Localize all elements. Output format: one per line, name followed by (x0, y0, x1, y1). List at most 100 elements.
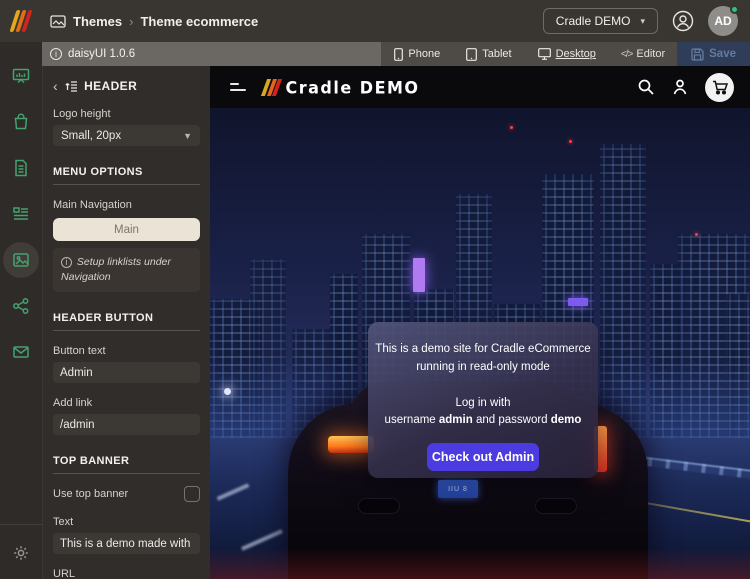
site-logo-stripes-icon (260, 78, 282, 96)
menu-icon[interactable] (230, 83, 246, 91)
editor-label: Editor (636, 48, 666, 60)
overlay-line3: username admin and password demo (384, 414, 582, 427)
info-icon: i (61, 257, 72, 269)
street-light (224, 388, 231, 395)
divider (53, 184, 200, 185)
device-desktop-button[interactable]: Desktop (525, 42, 609, 66)
top-banner-heading: TOP BANNER (53, 455, 130, 468)
use-top-banner-checkbox[interactable] (184, 486, 200, 503)
site-preview: Cradle DEMO IIU 8 This is a demo site fo… (210, 66, 750, 579)
panel-title: HEADER (84, 79, 138, 93)
integrations-share-icon[interactable] (3, 288, 39, 324)
main-nav-button[interactable]: Main (53, 218, 200, 241)
add-link-input[interactable] (53, 414, 200, 436)
panel-header-back[interactable]: ‹ HEADER (53, 78, 200, 94)
button-text-input[interactable] (53, 362, 200, 384)
desktop-icon (537, 48, 551, 60)
avatar[interactable]: AD (708, 5, 739, 36)
add-link-label: Add link (53, 397, 93, 410)
logo-height-select[interactable]: Small, 20px ▼ (53, 125, 200, 146)
overlay-username: admin (438, 414, 473, 427)
banner-url-label: URL (53, 568, 76, 579)
hero-city-image: IIU 8 This is a demo site for Cradle eCo… (210, 108, 750, 579)
antenna-light (510, 126, 513, 129)
neon-accent (568, 298, 588, 306)
overlay-line2: Log in with (455, 396, 511, 409)
divider (53, 473, 200, 475)
breadcrumb-separator: › (129, 13, 134, 29)
cradle-logo-icon[interactable] (0, 10, 42, 32)
neon-accent (413, 258, 425, 292)
device-tablet-label: Tablet (482, 48, 512, 60)
topbar: Themes › Theme ecommerce Cradle DEMO ▾ A… (0, 0, 750, 42)
mail-icon[interactable] (3, 334, 39, 370)
logo-height-label: Logo height (53, 108, 111, 120)
framework-label: daisyUI 1.0.6 (68, 48, 136, 60)
editor-button[interactable]: </> Editor (609, 48, 677, 60)
site-logo[interactable]: Cradle DEMO (260, 77, 420, 97)
cart-icon[interactable] (705, 72, 734, 102)
section-panel-icon (65, 80, 78, 92)
banner-text-input[interactable] (53, 533, 200, 555)
device-phone-button[interactable]: Phone (381, 42, 453, 66)
antenna-light (695, 233, 698, 236)
bottom-red-glow (210, 548, 750, 579)
pages-document-icon[interactable] (3, 150, 39, 186)
settings-gear-icon[interactable] (3, 535, 39, 571)
nav-rail (0, 42, 42, 579)
overlay-line1b: running in read-only mode (416, 360, 550, 373)
code-icon: </> (620, 48, 634, 60)
navigation-list-icon[interactable] (3, 196, 39, 232)
info-note-text: Setup linklists under Navigation (61, 256, 171, 284)
search-icon[interactable] (637, 78, 655, 96)
divider (53, 330, 200, 332)
demo-overlay-card: This is a demo site for Cradle eCommerce… (368, 322, 598, 478)
themes-image-icon[interactable] (3, 242, 39, 278)
dashboard-icon[interactable] (3, 58, 39, 94)
overlay-password: demo (550, 414, 582, 427)
use-top-banner-label: Use top banner (53, 488, 129, 501)
save-button[interactable]: Save (677, 42, 750, 66)
themes-image-icon (50, 14, 66, 28)
breadcrumb-root[interactable]: Themes (73, 14, 122, 29)
settings-panel: ‹ HEADER Logo height Small, 20px ▼ MENU … (42, 66, 210, 579)
button-text-label: Button text (53, 345, 106, 358)
orders-bag-icon[interactable] (3, 104, 39, 140)
online-status-dot (730, 5, 739, 14)
main-navigation-label: Main Navigation (53, 199, 132, 211)
device-desktop-label: Desktop (555, 48, 596, 60)
topbar-right: Cradle DEMO ▾ AD (542, 5, 750, 36)
framework-info: i daisyUI 1.0.6 (42, 42, 382, 66)
overlay-line1a: This is a demo site for Cradle eCommerce (375, 343, 591, 355)
device-phone-label: Phone (408, 48, 441, 60)
breadcrumb-current: Theme ecommerce (140, 13, 259, 29)
preview-toolbar: i daisyUI 1.0.6 Phone Tablet Desktop </>… (42, 42, 750, 66)
rail-divider (0, 524, 42, 525)
chevron-down-icon: ▼ (183, 130, 192, 141)
info-icon: i (50, 48, 62, 60)
phone-icon (394, 47, 404, 61)
header-button-heading: HEADER BUTTON (53, 312, 154, 325)
account-icon[interactable] (672, 10, 694, 32)
site-title: Cradle DEMO (285, 77, 420, 97)
banner-text-label: Text (53, 516, 74, 529)
theme-editor-app: Themes › Theme ecommerce Cradle DEMO ▾ A… (0, 0, 750, 579)
save-floppy-icon (691, 47, 704, 61)
site-header-actions (637, 72, 750, 102)
chevron-down-icon: ▾ (640, 15, 645, 26)
avatar-initials: AD (714, 14, 732, 28)
tablet-icon (466, 47, 478, 61)
exhaust-pipe (535, 498, 577, 514)
exhaust-pipe (358, 498, 400, 514)
check-out-admin-button[interactable]: Check out Admin (427, 443, 539, 472)
license-plate: IIU 8 (438, 480, 478, 498)
theme-selector-label: Cradle DEMO (555, 14, 631, 28)
device-tablet-button[interactable]: Tablet (453, 42, 524, 66)
logo-height-value: Small, 20px (61, 129, 122, 142)
theme-selector-dropdown[interactable]: Cradle DEMO ▾ (542, 8, 658, 34)
site-header: Cradle DEMO (210, 66, 750, 108)
user-icon[interactable] (671, 78, 689, 96)
breadcrumb: Themes › Theme ecommerce (50, 14, 258, 29)
save-label: Save (709, 48, 736, 60)
use-top-banner-row: Use top banner (53, 486, 200, 503)
